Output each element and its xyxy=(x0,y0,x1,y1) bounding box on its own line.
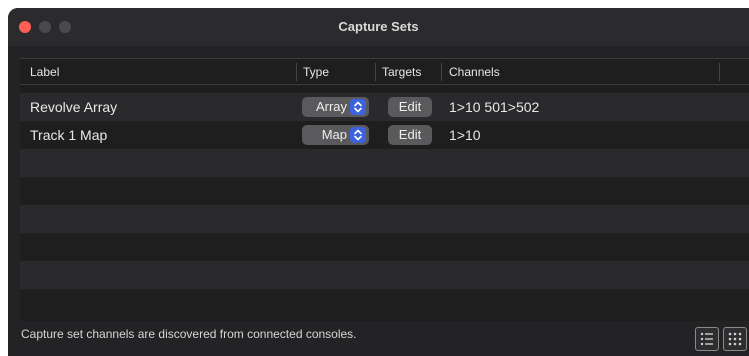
empty-row xyxy=(20,177,749,205)
type-select-value: Map xyxy=(321,127,347,142)
column-header-targets[interactable]: Targets xyxy=(382,65,421,79)
empty-row xyxy=(20,289,749,317)
window-title: Capture Sets xyxy=(338,19,419,34)
row-label: Revolve Array xyxy=(30,99,118,115)
column-divider[interactable] xyxy=(375,63,376,81)
column-divider[interactable] xyxy=(719,63,720,81)
empty-row xyxy=(20,149,749,177)
table-row[interactable]: Track 1 Map Map Edit 1>10 xyxy=(20,121,749,149)
list-view-icon xyxy=(700,332,713,346)
row-channels: 1>10 501>502 xyxy=(449,99,540,115)
type-select[interactable]: Array xyxy=(302,97,369,117)
column-header-label[interactable]: Label xyxy=(30,65,59,79)
grid-view-button[interactable] xyxy=(723,327,747,351)
empty-row xyxy=(20,233,749,261)
empty-row xyxy=(20,261,749,289)
table-row[interactable]: Revolve Array Array Edit 1>10 501>502 xyxy=(20,93,749,121)
table-header: Label Type Targets Channels xyxy=(20,59,749,85)
column-divider[interactable] xyxy=(296,63,297,81)
grid-view-icon xyxy=(728,332,742,346)
edit-targets-button[interactable]: Edit xyxy=(388,125,432,145)
list-view-button[interactable] xyxy=(695,327,719,351)
type-select-value: Array xyxy=(315,99,347,114)
footer-message: Capture set channels are discovered from… xyxy=(21,327,357,341)
column-header-channels[interactable]: Channels xyxy=(449,65,500,79)
row-channels: 1>10 xyxy=(449,127,481,143)
row-label: Track 1 Map xyxy=(30,127,108,143)
capture-sets-window: Capture Sets Label Type Targets Channels… xyxy=(8,8,749,356)
column-divider[interactable] xyxy=(441,63,442,81)
type-select[interactable]: Map xyxy=(302,125,369,145)
chevron-up-down-icon xyxy=(350,99,366,115)
edit-targets-button[interactable]: Edit xyxy=(388,97,432,117)
chevron-up-down-icon xyxy=(350,127,366,143)
empty-row xyxy=(20,205,749,233)
title-bar: Capture Sets xyxy=(8,8,749,46)
capture-sets-table: Label Type Targets Channels Revolve Arra… xyxy=(20,58,749,321)
column-header-type[interactable]: Type xyxy=(303,65,329,79)
